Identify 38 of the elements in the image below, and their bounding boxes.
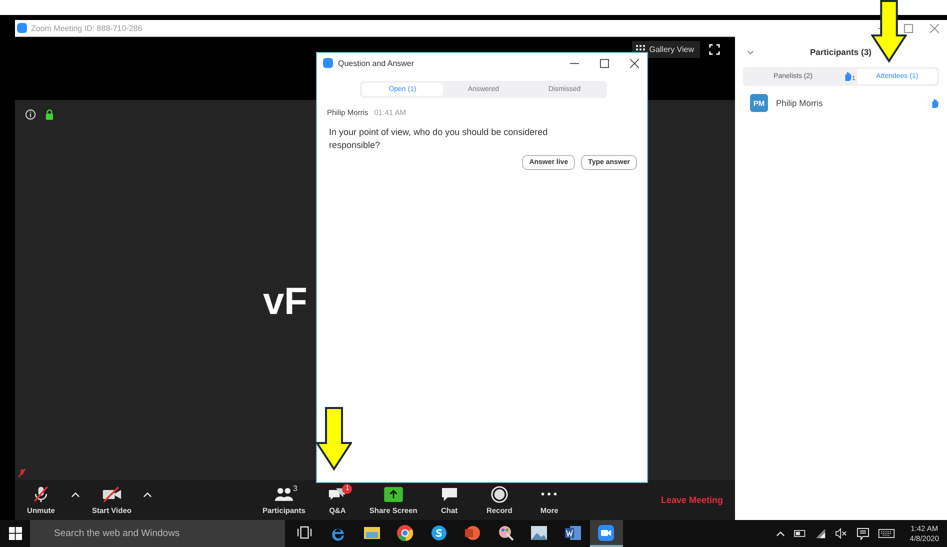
people-icon <box>274 486 294 502</box>
maximize-icon[interactable] <box>600 58 609 68</box>
zoom-logo-icon <box>17 23 27 33</box>
participant-name: vF <box>263 280 308 324</box>
leave-meeting-button[interactable]: Leave Meeting <box>658 493 725 507</box>
down-arrow <box>871 0 907 63</box>
microphone-muted-icon <box>18 468 26 478</box>
down-arrow <box>316 406 352 472</box>
raised-hand-icon <box>843 71 852 82</box>
wifi-icon[interactable] <box>814 528 826 539</box>
caret-icon[interactable] <box>71 492 80 498</box>
panel-title: Participants (3) <box>810 47 872 57</box>
microphone-muted-icon <box>32 485 50 503</box>
window-title: Zoom Meeting ID: 888-710-286 <box>31 24 142 32</box>
search-field[interactable]: Search the web and Windows <box>30 520 285 547</box>
more-icon <box>541 492 558 496</box>
video-camera-icon[interactable] <box>590 520 623 547</box>
keyboard-icon[interactable] <box>878 529 895 538</box>
gallery-view-button[interactable]: Gallery View <box>632 41 700 58</box>
battery-icon[interactable] <box>794 530 806 537</box>
chat-bubble-icon <box>440 486 458 502</box>
question-text: In your point of view, who do you should be considered responsible? <box>329 126 549 152</box>
speaker-muted-icon[interactable] <box>834 528 848 539</box>
share-screen-icon <box>384 486 403 502</box>
attendee-name: Philip Morris <box>776 98 823 108</box>
zoom-logo-icon <box>323 58 333 68</box>
participant-count: 3 <box>292 484 298 492</box>
lock-icon[interactable] <box>45 109 54 120</box>
dialog-title: Question and Answer <box>338 58 414 68</box>
camera-muted-icon <box>102 486 122 502</box>
record-icon <box>490 486 508 502</box>
fullscreen-icon[interactable] <box>709 44 720 55</box>
caret-icon[interactable] <box>143 492 152 498</box>
notification-icon[interactable] <box>856 528 869 540</box>
close-icon[interactable] <box>630 58 639 68</box>
chevron-icon[interactable] <box>747 50 754 54</box>
info-icon[interactable] <box>25 109 36 120</box>
chevron-up-icon[interactable] <box>776 530 785 536</box>
